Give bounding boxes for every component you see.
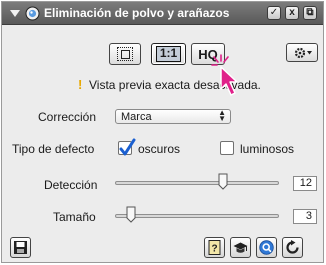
- correction-value: Marca: [121, 111, 152, 123]
- correction-label: Corrección: [38, 110, 97, 124]
- graduation-cap-icon: [233, 242, 248, 253]
- close-button[interactable]: x: [285, 6, 299, 20]
- title-bar: Eliminación de polvo y arañazos ✓ x ⧉: [2, 2, 323, 25]
- full-view-icon: [117, 47, 133, 61]
- reset-button[interactable]: [282, 237, 303, 258]
- correction-select[interactable]: Marca ▲ ▼: [115, 109, 231, 124]
- detection-label: Detección: [44, 178, 98, 192]
- light-defects-label: luminosos: [240, 142, 295, 156]
- light-defects-checkbox[interactable]: [220, 141, 234, 155]
- dark-defects-label: oscuros: [138, 142, 181, 156]
- reset-icon: [286, 240, 299, 254]
- save-settings-button[interactable]: [10, 237, 31, 258]
- collapse-triangle-icon[interactable]: [10, 10, 20, 17]
- checkmark-icon: [119, 138, 136, 156]
- one-to-one-label: 1:1: [156, 46, 181, 62]
- preview-button[interactable]: [256, 237, 277, 258]
- updown-arrows-icon: ▲ ▼: [218, 108, 226, 123]
- preview-icon: [259, 240, 274, 255]
- size-value-field[interactable]: 3: [293, 209, 317, 224]
- settings-menu-button[interactable]: [286, 43, 318, 62]
- enable-checkbox-button[interactable]: ✓: [267, 6, 281, 20]
- window-title: Eliminación de polvo y arañazos: [44, 6, 230, 20]
- defect-type-label: Tipo de defecto: [12, 142, 95, 156]
- detection-slider-track[interactable]: [115, 181, 279, 185]
- warning-icon: !: [78, 77, 83, 92]
- save-icon: [14, 241, 27, 254]
- help-button[interactable]: ?: [204, 237, 225, 258]
- help-icon: ?: [208, 240, 221, 255]
- one-to-one-view-button[interactable]: 1:1: [151, 43, 186, 65]
- full-view-button[interactable]: [109, 43, 141, 65]
- learn-button[interactable]: [230, 237, 251, 258]
- size-slider-knob[interactable]: [126, 206, 136, 223]
- size-label: Tamaño: [53, 210, 96, 224]
- detection-slider-knob[interactable]: [218, 173, 228, 190]
- dark-defects-checkbox[interactable]: [118, 138, 136, 156]
- svg-text:?: ?: [211, 244, 217, 255]
- detection-value-field[interactable]: 12: [293, 176, 317, 191]
- dust-removal-panel: Eliminación de polvo y arañazos ✓ x ⧉ 1:…: [1, 1, 324, 263]
- float-panel-button[interactable]: ⧉: [303, 6, 317, 20]
- dust-removal-icon: [25, 6, 40, 21]
- gear-icon: [294, 47, 312, 59]
- pointer-cursor-icon: [211, 54, 238, 96]
- size-slider-track[interactable]: [115, 214, 279, 218]
